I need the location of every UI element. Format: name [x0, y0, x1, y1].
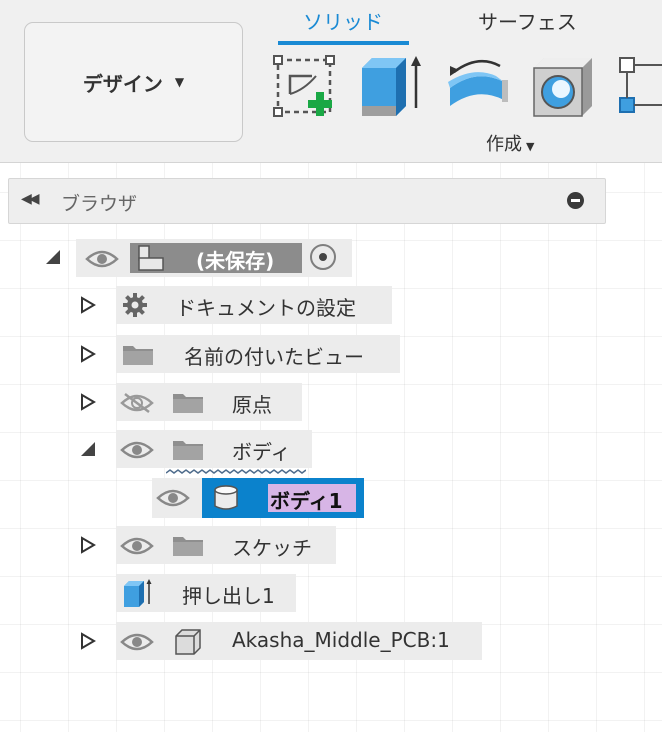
gear-icon [122, 292, 148, 318]
collapsed-triangle-icon[interactable] [80, 536, 96, 554]
eye-icon[interactable] [120, 632, 154, 652]
collapsed-triangle-icon[interactable] [80, 296, 96, 314]
collapsed-triangle-icon[interactable] [80, 345, 96, 363]
eye-hidden-icon[interactable] [120, 392, 154, 413]
minimize-icon[interactable] [567, 192, 584, 209]
hole-icon[interactable] [530, 54, 596, 120]
collapsed-triangle-icon[interactable] [80, 632, 96, 650]
eye-icon[interactable] [120, 440, 154, 460]
component-box-icon [174, 628, 202, 656]
tab-solid[interactable]: ソリッド [303, 6, 383, 35]
tree-item-label: スケッチ [232, 536, 312, 560]
eye-icon[interactable] [156, 488, 190, 508]
extrude-feature-icon [122, 578, 152, 608]
tree-item-label: ドキュメントの設定 [176, 296, 356, 320]
folder-icon [172, 390, 204, 414]
tree-item-label: 名前の付いたビュー [184, 345, 364, 369]
create-menu-label: 作成 [486, 134, 522, 155]
workspace-switcher-button[interactable]: デザイン ▼ [24, 22, 243, 142]
expanded-triangle-icon[interactable] [80, 440, 96, 458]
eye-icon[interactable] [120, 536, 154, 556]
tree-item-label: Akasha_Middle_PCB:1 [232, 628, 450, 652]
browser-header: ◀◀ ブラウザ [8, 178, 606, 224]
create-sketch-icon[interactable] [272, 54, 338, 120]
chevron-down-icon: ▼ [174, 75, 185, 89]
tree-item-label: 押し出し1 [182, 584, 275, 608]
folder-icon [172, 437, 204, 461]
extrude-icon[interactable] [358, 54, 424, 120]
eye-icon[interactable] [85, 249, 119, 269]
rename-field[interactable]: ボディ1 [270, 485, 343, 514]
workspace-label: デザイン [82, 71, 163, 96]
collapse-panel-icon[interactable]: ◀◀ [21, 191, 39, 207]
expanded-triangle-icon[interactable] [45, 248, 61, 266]
body-icon [212, 484, 240, 512]
pattern-icon[interactable] [616, 54, 662, 120]
root-component-label[interactable]: (未保存) [196, 245, 274, 274]
toolbar: デザイン ▼ ソリッド サーフェス 作成 ▼ [0, 0, 662, 163]
tab-surface[interactable]: サーフェス [478, 6, 577, 35]
folder-icon [122, 342, 154, 366]
chevron-down-icon: ▼ [526, 140, 535, 153]
active-tab-indicator [278, 41, 409, 45]
browser-title: ブラウザ [61, 193, 138, 215]
tree-item-label: 原点 [232, 393, 272, 417]
activate-component-radio[interactable] [310, 244, 336, 270]
component-icon [134, 244, 168, 272]
collapsed-triangle-icon[interactable] [80, 393, 96, 411]
revolve-icon[interactable] [444, 54, 510, 120]
folder-icon [172, 533, 204, 557]
drop-target-indicator [165, 460, 307, 474]
create-menu[interactable]: 作成 ▼ [486, 130, 534, 156]
